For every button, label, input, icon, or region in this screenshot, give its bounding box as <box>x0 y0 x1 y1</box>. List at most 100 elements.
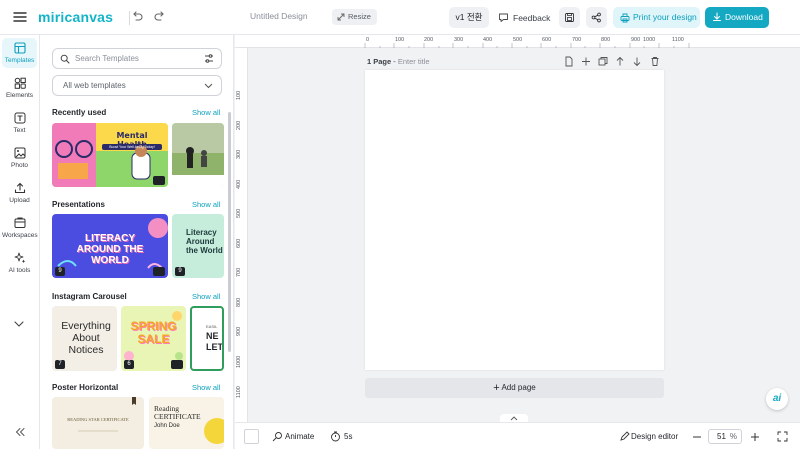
print-design-button[interactable]: Print your design <box>613 7 700 28</box>
resize-button[interactable]: Resize <box>332 9 377 25</box>
chevron-down-icon[interactable] <box>13 319 25 329</box>
animate-button[interactable]: Animate <box>285 432 314 441</box>
print-label: Print your design <box>633 12 697 22</box>
ruler-tick: 900 <box>236 326 242 336</box>
rail-item-templates[interactable]: Templates <box>2 38 37 68</box>
move-down-icon[interactable] <box>632 56 642 67</box>
resize-label: Resize <box>348 12 371 21</box>
thumb-title: Everything About Notices <box>61 320 111 356</box>
rail-item-elements[interactable]: Elements <box>2 73 37 103</box>
ruler-tick: 1100 <box>236 386 242 398</box>
page-number: 1 Page <box>367 57 392 66</box>
rail-item-text[interactable]: Text <box>2 108 37 138</box>
page-note-icon[interactable] <box>564 56 574 67</box>
rail-label: Elements <box>5 92 34 99</box>
template-thumb[interactable]: Everything About Notices 7 <box>52 306 117 371</box>
template-thumb[interactable] <box>172 123 224 187</box>
print-icon <box>620 13 630 23</box>
filter-icon[interactable] <box>204 53 214 64</box>
ruler-tick: 200 <box>236 120 242 130</box>
duration-value[interactable]: 5s <box>344 432 352 441</box>
redo-icon[interactable] <box>154 10 170 26</box>
chevron-down-icon <box>204 83 213 89</box>
template-thumb[interactable]: Literacy Around the World 9 <box>172 214 224 278</box>
show-all-instagram-carousel[interactable]: Show all <box>192 292 220 301</box>
move-up-icon[interactable] <box>615 56 625 67</box>
page-count-badge: 7 <box>55 360 65 369</box>
download-button[interactable]: Download <box>705 7 769 28</box>
design-editor-button[interactable]: Design editor <box>631 432 678 441</box>
left-rail: Templates Elements Text Photo Upload Wor… <box>0 35 40 449</box>
ai-assistant-button[interactable]: ai <box>766 388 788 410</box>
ruler-marks <box>364 43 690 48</box>
miricanvas-logo[interactable]: miricanvas <box>38 9 113 25</box>
template-thumb[interactable]: Mental Health Boost Your Well-being Toda… <box>52 123 168 187</box>
duplicate-page-icon[interactable] <box>598 56 608 67</box>
thumb-title: Reading CERTIFICATE <box>154 404 201 421</box>
fullscreen-icon[interactable] <box>777 431 788 442</box>
menu-icon[interactable] <box>12 10 28 24</box>
show-all-presentations[interactable]: Show all <box>192 200 220 209</box>
feedback-button[interactable]: Feedback <box>498 10 550 26</box>
zoom-unit: % <box>729 432 737 441</box>
rail-item-photo[interactable]: Photo <box>2 143 37 173</box>
premium-crown-icon <box>153 176 165 185</box>
zoom-value: 51 <box>717 432 726 441</box>
rail-item-ai-tools[interactable]: AI tools <box>2 248 37 278</box>
text-icon <box>14 112 25 124</box>
save-button[interactable] <box>559 7 580 28</box>
zoom-in-icon[interactable] <box>750 432 760 442</box>
premium-crown-icon <box>153 267 165 276</box>
zoom-input[interactable]: 51 % <box>708 429 742 444</box>
duration-icon <box>331 431 340 442</box>
section-title-presentations: Presentations <box>52 200 105 209</box>
ruler-tick: 600 <box>236 238 242 248</box>
feedback-label: Feedback <box>513 13 551 23</box>
template-thumb[interactable]: READING STAR CERTIFICATE <box>52 397 144 449</box>
search-templates-input[interactable]: Search Templates <box>52 48 222 69</box>
page-title-input[interactable]: Enter title <box>398 57 430 66</box>
design-title[interactable]: Untitled Design <box>250 11 308 21</box>
add-page-icon[interactable] <box>581 56 591 67</box>
delete-page-icon[interactable] <box>650 56 660 67</box>
template-thumb[interactable]: EASIL NE LETT <box>190 306 224 371</box>
template-type-select[interactable]: All web templates <box>52 75 222 96</box>
download-icon <box>713 12 721 21</box>
templates-panel: Search Templates All web templates Recen… <box>40 35 234 449</box>
ruler-tick: 700 <box>236 267 242 277</box>
template-thumb[interactable]: LITERACY AROUND THE WORLD 9 <box>52 214 168 278</box>
undo-icon[interactable] <box>131 10 147 26</box>
save-icon <box>565 13 574 22</box>
page-count-badge: 6 <box>124 360 134 369</box>
resize-icon <box>337 13 345 21</box>
ruler-tick: 1000 <box>236 355 242 368</box>
elements-icon <box>14 77 26 89</box>
add-page-button[interactable]: + Add page <box>365 378 664 398</box>
version-switch-button[interactable]: v1 전환 <box>449 7 489 28</box>
top-bar: miricanvas Untitled Design Resize v1 전환 … <box>0 0 800 35</box>
rail-item-upload[interactable]: Upload <box>2 178 37 208</box>
thumb-title: Literacy Around the World <box>186 228 223 255</box>
thumb-title: SPRING SALE <box>130 319 177 346</box>
ruler-tick: 800 <box>236 297 242 307</box>
show-all-poster-horizontal[interactable]: Show all <box>192 383 220 392</box>
share-icon <box>591 12 601 23</box>
collapse-panel-icon[interactable] <box>14 427 26 437</box>
bottom-bar: Animate 5s Design editor 51 % <box>235 422 800 449</box>
panel-scrollbar[interactable] <box>228 112 231 352</box>
rail-item-workspaces[interactable]: Workspaces <box>2 213 38 243</box>
design-page[interactable] <box>365 70 664 370</box>
page-count-badge: 9 <box>175 267 185 276</box>
template-thumb[interactable]: SPRING SALE 6 <box>121 306 186 371</box>
share-button[interactable] <box>586 7 607 28</box>
template-thumb[interactable]: Reading CERTIFICATE John Doe <box>149 397 224 449</box>
zoom-out-icon[interactable] <box>692 432 702 442</box>
thumb-subtitle: Boost Your Well-being Today! <box>109 145 155 149</box>
page-count-badge: 9 <box>55 267 65 276</box>
background-color-swatch[interactable] <box>244 429 259 444</box>
select-value: All web templates <box>63 81 126 90</box>
show-all-recently-used[interactable]: Show all <box>192 108 220 117</box>
plus-icon: + <box>493 382 500 394</box>
rail-label: Photo <box>11 162 28 169</box>
search-placeholder: Search Templates <box>75 54 139 63</box>
